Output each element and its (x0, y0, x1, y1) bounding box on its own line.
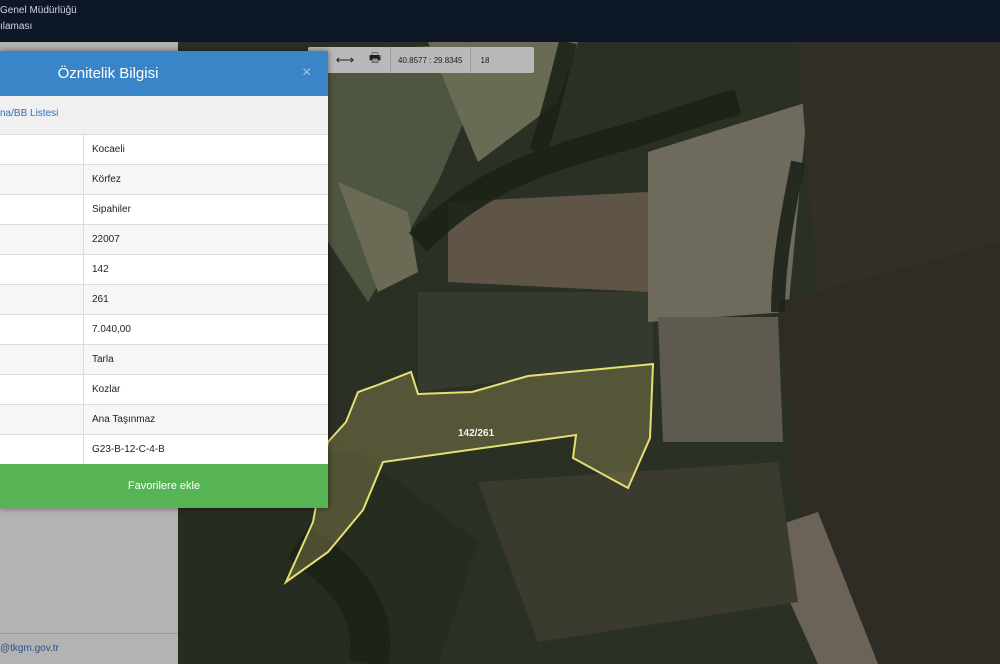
list-link-row: na/BB Listesi (0, 96, 328, 135)
attribute-value: 261 (83, 284, 328, 315)
attribute-key (0, 164, 84, 195)
table-row: 142 (0, 254, 328, 285)
attribute-key (0, 434, 84, 465)
top-header: Genel Müdürlüğü ılaması (0, 0, 1000, 42)
attribute-value: 22007 (83, 224, 328, 255)
header-title-line1: Genel Müdürlüğü (0, 5, 77, 16)
attribute-value: Ana Taşınmaz (83, 404, 328, 435)
header-title-line2: ılaması (0, 21, 33, 32)
attribute-key (0, 344, 84, 375)
table-row: Kocaeli (0, 135, 328, 165)
zoom-level: 18 (480, 55, 490, 65)
list-link[interactable]: na/BB Listesi (0, 108, 58, 119)
attribute-key (0, 254, 84, 285)
attribute-value: Sipahiler (83, 194, 328, 225)
table-row: Körfez (0, 164, 328, 195)
attribute-key (0, 224, 84, 255)
attribute-value: 7.040,00 (83, 314, 328, 345)
table-row: Ana Taşınmaz (0, 404, 328, 435)
attribute-value: Kozlar (83, 374, 328, 405)
table-row: 261 (0, 284, 328, 315)
contact-email[interactable]: @tkgm.gov.tr (0, 633, 178, 664)
print-icon[interactable]: 🖶 (360, 47, 390, 73)
dialog-header: Öznitelik Bilgisi × (0, 51, 328, 96)
table-row: Sipahiler (0, 194, 328, 225)
table-row: 22007 (0, 224, 328, 255)
dialog-title: Öznitelik Bilgisi (57, 65, 159, 82)
table-row: Tarla (0, 344, 328, 375)
parcel-label: 142/261 (458, 428, 495, 439)
attribute-key (0, 404, 84, 435)
field (658, 317, 783, 442)
attribute-table: Kocaeli Körfez Sipahiler 22007 142 261 7… (0, 135, 328, 465)
attribute-value: 142 (83, 254, 328, 285)
close-icon[interactable]: × (302, 64, 311, 82)
table-row: 7.040,00 (0, 314, 328, 345)
coordinate-readout: 40.8577 : 29.8345 (390, 47, 471, 73)
attribute-key (0, 135, 84, 165)
attribute-value: Kocaeli (83, 135, 328, 165)
attribute-dialog: Öznitelik Bilgisi × na/BB Listesi Kocael… (0, 51, 328, 508)
attribute-key (0, 314, 84, 345)
attribute-key (0, 374, 84, 405)
attribute-key (0, 284, 84, 315)
attribute-key (0, 194, 84, 225)
measure-icon[interactable]: ⟷ (330, 47, 360, 73)
map-toolbar: ★ ⟷ 🖶 40.8577 : 29.8345 18 (308, 47, 534, 73)
attribute-value: G23-B-12-C-4-B (83, 434, 328, 465)
table-row: G23-B-12-C-4-B (0, 434, 328, 465)
table-row: Kozlar (0, 374, 328, 405)
add-to-favorites-button[interactable]: Favorilere ekle (0, 464, 328, 508)
attribute-value: Tarla (83, 344, 328, 375)
attribute-value: Körfez (83, 164, 328, 195)
